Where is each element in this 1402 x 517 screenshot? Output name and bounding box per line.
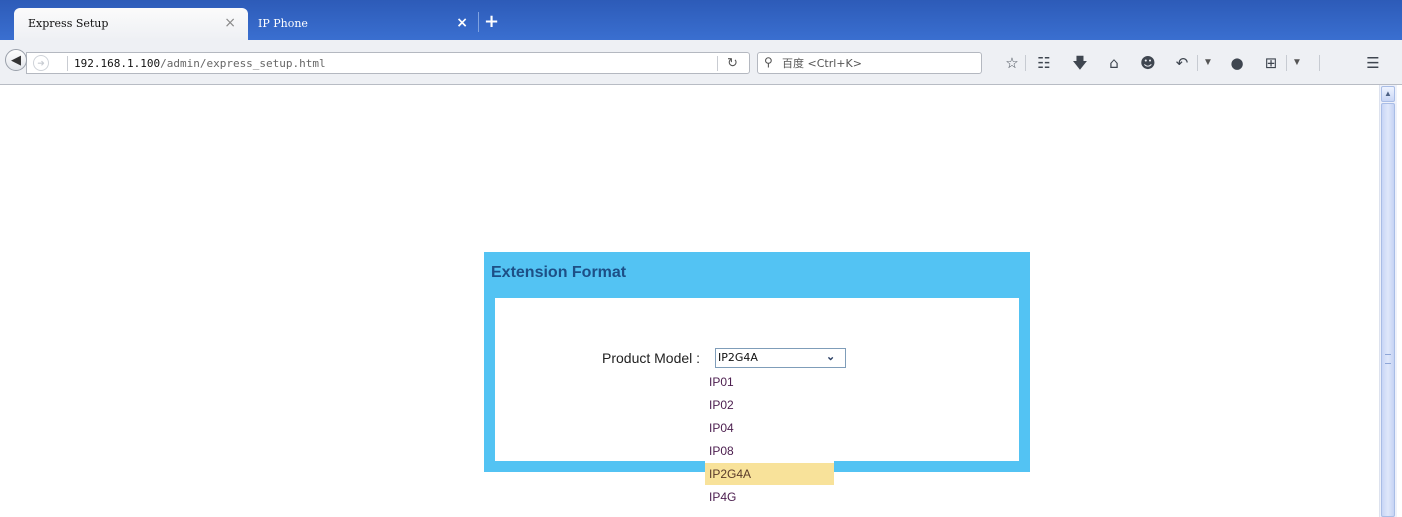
reading-list-icon[interactable]: ☷ xyxy=(1034,53,1054,73)
toolbar-separator xyxy=(1319,55,1320,71)
product-model-label: Product Model : xyxy=(602,350,701,366)
url-text[interactable]: 192.168.1.100/admin/express_setup.html xyxy=(74,57,326,70)
search-icon: ⚲ xyxy=(764,55,773,69)
scrollbar-thumb[interactable] xyxy=(1381,103,1395,517)
menu-icon[interactable]: ☰ xyxy=(1363,53,1383,73)
tab-title: IP Phone xyxy=(258,17,308,30)
address-bar[interactable]: ➜ 192.168.1.100/admin/express_setup.html… xyxy=(26,52,750,74)
vertical-scrollbar[interactable]: ▲ xyxy=(1379,85,1397,517)
download-icon[interactable]: 🡇 xyxy=(1070,53,1090,73)
product-model-dropdown: IP01 IP02 IP04 IP08 IP2G4A IP4G xyxy=(705,371,834,512)
product-model-select[interactable]: IP2G4A ⌄ xyxy=(715,348,846,368)
tab-title: Express Setup xyxy=(28,17,109,30)
toolbar-separator xyxy=(1197,55,1198,71)
toolbar-separator xyxy=(1286,55,1287,71)
share-icon[interactable]: ↶ xyxy=(1172,53,1192,73)
tab-strip: Express Setup × IP Phone × + xyxy=(0,0,1402,40)
chevron-down-icon: ⌄ xyxy=(826,351,836,363)
tab-express-setup[interactable]: Express Setup × xyxy=(14,8,248,40)
back-arrow-icon: ◀ xyxy=(11,52,21,67)
bookmark-star-icon[interactable]: ☆ xyxy=(1002,53,1022,73)
share-dropdown-icon[interactable]: ▼ xyxy=(1203,53,1213,73)
reload-icon[interactable]: ↻ xyxy=(727,55,738,71)
url-host: 192.168.1.100 xyxy=(74,57,161,70)
tab-separator xyxy=(478,12,479,32)
navigation-toolbar: ➜ 192.168.1.100/admin/express_setup.html… xyxy=(0,40,1402,85)
dropdown-option[interactable]: IP04 xyxy=(705,417,834,439)
search-input[interactable] xyxy=(782,55,972,71)
dropdown-option-selected[interactable]: IP2G4A xyxy=(705,463,834,485)
url-separator xyxy=(67,56,68,71)
product-model-value: IP2G4A xyxy=(718,351,758,364)
dropdown-option[interactable]: IP02 xyxy=(705,394,834,416)
scroll-up-icon[interactable]: ▲ xyxy=(1381,86,1395,102)
scrollbar-grip xyxy=(1385,354,1391,364)
hello-chat-icon[interactable]: ☻ xyxy=(1138,53,1158,73)
close-tab-icon[interactable]: × xyxy=(456,15,468,31)
close-tab-icon[interactable]: × xyxy=(224,15,236,31)
dropdown-option[interactable]: IP08 xyxy=(705,440,834,462)
toolbar-separator xyxy=(1025,55,1026,71)
tab-ip-phone[interactable]: IP Phone × xyxy=(250,8,476,40)
dropdown-option[interactable]: IP4G xyxy=(705,486,834,508)
screenshot-dropdown-icon[interactable]: ▼ xyxy=(1292,53,1302,73)
dropdown-option[interactable]: IP01 xyxy=(705,371,834,393)
home-icon[interactable]: ⌂ xyxy=(1104,53,1124,73)
url-path: /admin/express_setup.html xyxy=(160,57,326,70)
pocket-icon[interactable]: ● xyxy=(1227,53,1247,73)
search-bar[interactable]: ⚲ xyxy=(757,52,982,74)
crop-screenshot-icon[interactable]: ⊞ xyxy=(1261,53,1281,73)
new-tab-button[interactable]: + xyxy=(484,13,499,31)
back-button[interactable]: ◀ xyxy=(5,49,27,71)
panel-title: Extension Format xyxy=(491,264,627,281)
reload-separator xyxy=(717,56,718,71)
forward-icon[interactable]: ➜ xyxy=(33,55,49,71)
